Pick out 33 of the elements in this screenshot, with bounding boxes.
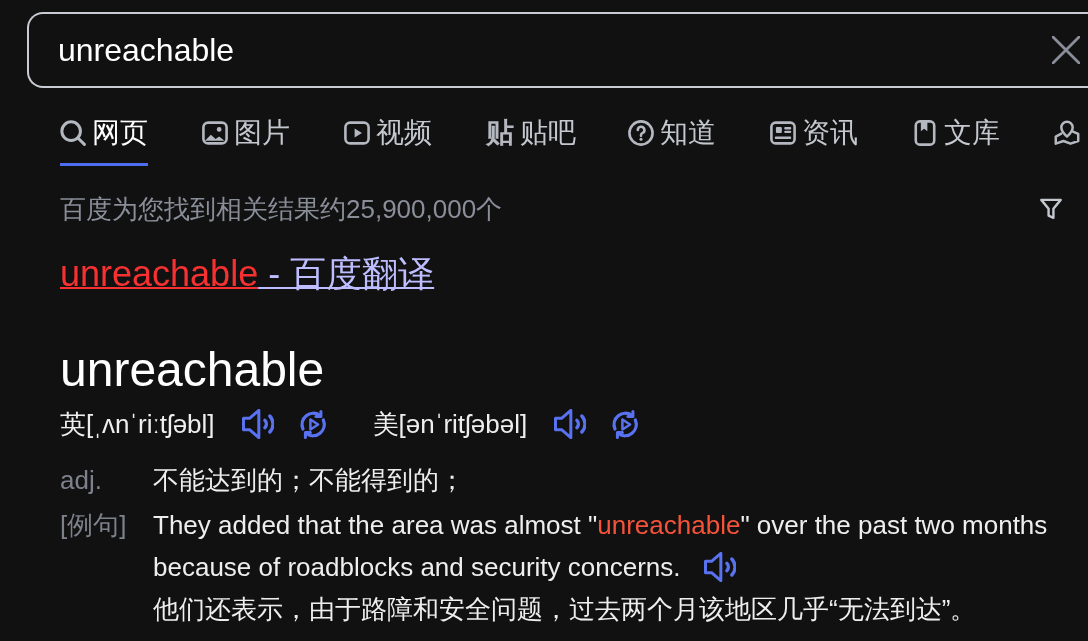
tab[interactable]: 视频 bbox=[344, 115, 432, 166]
tab[interactable]: 知道 bbox=[628, 115, 716, 166]
result-title-link[interactable]: unreachable - 百度翻译 bbox=[60, 254, 435, 294]
replay-icon[interactable] bbox=[611, 409, 641, 439]
document-icon bbox=[912, 119, 938, 146]
tab[interactable]: 文库 bbox=[912, 115, 1000, 166]
map-pin-icon bbox=[1054, 119, 1080, 146]
speaker-icon[interactable] bbox=[241, 409, 274, 439]
search-icon bbox=[60, 119, 86, 146]
play-icon bbox=[344, 119, 370, 146]
part-of-speech: adj. bbox=[60, 464, 102, 497]
tab[interactable]: 资讯 bbox=[770, 115, 858, 166]
image-icon bbox=[202, 119, 228, 146]
tab[interactable]: 贴 贴吧 bbox=[486, 115, 576, 166]
speaker-icon[interactable] bbox=[554, 409, 587, 439]
filter-icon[interactable] bbox=[1040, 197, 1062, 221]
result-count: 百度为您找到相关结果约25,900,000个 bbox=[60, 194, 503, 224]
definition-text: 不能达到的；不能得到的； bbox=[153, 464, 465, 497]
question-icon bbox=[628, 119, 654, 146]
close-icon[interactable] bbox=[1052, 36, 1080, 64]
example-sentence-line: They added that the area was almost "unreachable" over the past two months bbox=[153, 509, 1048, 542]
news-icon bbox=[770, 119, 796, 146]
speaker-icon[interactable] bbox=[703, 552, 736, 582]
phonetic-text: 英[ˌʌnˈriːtʃəbl] bbox=[60, 408, 215, 441]
phonetic-text: 美[ənˈritʃəbəl] bbox=[372, 408, 528, 441]
replay-icon[interactable] bbox=[298, 409, 328, 439]
search-field[interactable]: unreachable bbox=[27, 12, 1088, 88]
example-translation: 他们还表示，由于路障和安全问题，过去两个月该地区几乎“无法到达”。 bbox=[153, 593, 977, 626]
example-sentence-line: because of roadblocks and security concerns. bbox=[153, 551, 681, 584]
tab[interactable]: 网页 bbox=[60, 115, 148, 166]
tab[interactable]: 图片 bbox=[202, 115, 290, 166]
example-label: [例句] bbox=[60, 509, 127, 542]
headword: unreachable bbox=[60, 343, 325, 396]
